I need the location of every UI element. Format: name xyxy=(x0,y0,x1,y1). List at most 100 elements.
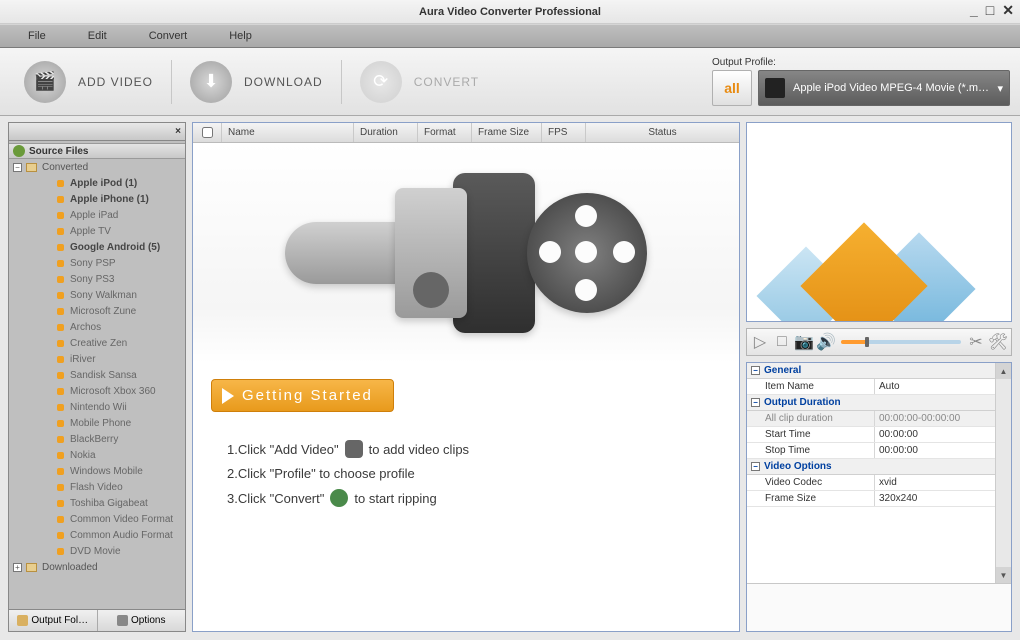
sidebar-item[interactable]: Windows Mobile xyxy=(9,463,185,479)
convert-icon xyxy=(330,489,348,507)
bullet-icon xyxy=(57,180,64,187)
snapshot-button[interactable]: 📷 xyxy=(797,335,811,349)
column-name[interactable]: Name xyxy=(221,123,353,142)
section-general[interactable]: −General xyxy=(747,363,995,379)
volume-slider[interactable] xyxy=(841,340,961,344)
column-status[interactable]: Status xyxy=(585,123,739,142)
output-profile-label: Output Profile: xyxy=(712,57,1010,68)
prop-start-time[interactable]: Start Time00:00:00 xyxy=(747,427,995,443)
bullet-icon xyxy=(57,196,64,203)
sidebar-item[interactable]: iRiver xyxy=(9,351,185,367)
scroll-up-icon[interactable]: ▲ xyxy=(996,363,1011,379)
sidebar-item[interactable]: Apple iPhone (1) xyxy=(9,191,185,207)
prop-video-codec[interactable]: Video Codecxvid xyxy=(747,475,995,491)
sidebar-item[interactable]: BlackBerry xyxy=(9,431,185,447)
sidebar-item[interactable]: Apple iPod (1) xyxy=(9,175,185,191)
column-format[interactable]: Format xyxy=(417,123,471,142)
expand-icon[interactable]: + xyxy=(13,563,22,572)
sidebar-item-label: Google Android (5) xyxy=(70,242,160,253)
menu-bar: File Edit Convert Help xyxy=(0,24,1020,48)
sidebar-item[interactable]: Google Android (5) xyxy=(9,239,185,255)
sidebar-item[interactable]: Common Video Format xyxy=(9,511,185,527)
sidebar-item-label: Sony PS3 xyxy=(70,274,114,285)
sidebar-item[interactable]: Nintendo Wii xyxy=(9,399,185,415)
file-list-header: Name Duration Format Frame Size FPS Stat… xyxy=(193,123,739,143)
tree-node-downloaded[interactable]: + Downloaded xyxy=(9,559,185,575)
collapse-icon[interactable]: − xyxy=(13,163,22,172)
sidebar-item-label: Sandisk Sansa xyxy=(70,370,137,381)
sidebar-item[interactable]: Apple iPad xyxy=(9,207,185,223)
play-button[interactable]: ▷ xyxy=(753,335,767,349)
sidebar-item[interactable]: Nokia xyxy=(9,447,185,463)
getting-started-button[interactable]: Getting Started xyxy=(211,379,394,412)
minimize-button[interactable]: _ xyxy=(970,2,978,19)
bullet-icon xyxy=(57,420,64,427)
sidebar-item[interactable]: Sony PS3 xyxy=(9,271,185,287)
sidebar-close-button[interactable]: × xyxy=(175,126,181,137)
properties-body[interactable]: −General Item NameAuto −Output Duration … xyxy=(747,363,1011,583)
stop-button[interactable]: □ xyxy=(775,335,789,349)
menu-edit[interactable]: Edit xyxy=(88,30,107,42)
output-folder-button[interactable]: Output Fol… xyxy=(9,610,98,631)
prop-item-name[interactable]: Item NameAuto xyxy=(747,379,995,395)
sidebar-item-label: DVD Movie xyxy=(70,546,121,557)
volume-button[interactable]: 🔊 xyxy=(819,335,833,349)
bullet-icon xyxy=(57,308,64,315)
select-all-checkbox[interactable] xyxy=(202,127,213,138)
sidebar-item[interactable]: Toshiba Gigabeat xyxy=(9,495,185,511)
column-frame-size[interactable]: Frame Size xyxy=(471,123,541,142)
sidebar-item[interactable]: Archos xyxy=(9,319,185,335)
bullet-icon xyxy=(57,468,64,475)
sidebar-item[interactable]: Microsoft Zune xyxy=(9,303,185,319)
maximize-button[interactable]: □ xyxy=(986,2,994,19)
separator xyxy=(341,60,342,104)
sidebar-item[interactable]: Sony Walkman xyxy=(9,287,185,303)
sidebar-item-label: BlackBerry xyxy=(70,434,118,445)
properties-scrollbar[interactable]: ▲ ▼ xyxy=(995,363,1011,583)
sidebar-item[interactable]: DVD Movie xyxy=(9,543,185,559)
sidebar-item-label: Toshiba Gigabeat xyxy=(70,498,148,509)
sidebar-tree[interactable]: Source Files − Converted Apple iPod (1)A… xyxy=(9,141,185,609)
bullet-icon xyxy=(57,548,64,555)
film-reel-icon: 🎬 xyxy=(24,61,66,103)
sidebar-item[interactable]: Mobile Phone xyxy=(9,415,185,431)
close-button[interactable]: ✕ xyxy=(1002,2,1014,19)
download-label: Download xyxy=(244,75,323,89)
options-button[interactable]: Options xyxy=(98,610,186,631)
sidebar-item-label: Apple iPad xyxy=(70,210,118,221)
sidebar-item[interactable]: Apple TV xyxy=(9,223,185,239)
menu-convert[interactable]: Convert xyxy=(149,30,188,42)
sidebar-item[interactable]: Sandisk Sansa xyxy=(9,367,185,383)
column-duration[interactable]: Duration xyxy=(353,123,417,142)
section-video-options[interactable]: −Video Options xyxy=(747,459,995,475)
sidebar-item[interactable]: Creative Zen xyxy=(9,335,185,351)
column-fps[interactable]: FPS xyxy=(541,123,585,142)
file-list-body: Getting Started 1.Click "Add Video" to a… xyxy=(193,143,739,631)
prop-stop-time[interactable]: Stop Time00:00:00 xyxy=(747,443,995,459)
bullet-icon xyxy=(57,500,64,507)
add-video-button[interactable]: 🎬 Add Video xyxy=(10,57,167,107)
convert-button[interactable]: ⟳ Convert xyxy=(346,57,493,107)
sidebar-item[interactable]: Common Audio Format xyxy=(9,527,185,543)
profile-all-button[interactable]: all xyxy=(712,70,752,106)
profile-select[interactable]: Apple iPod Video MPEG-4 Movie (*.m… ▾ xyxy=(758,70,1010,106)
gear-icon xyxy=(117,615,128,626)
properties-description xyxy=(747,583,1011,631)
scroll-down-icon[interactable]: ▼ xyxy=(996,567,1011,583)
bullet-icon xyxy=(57,516,64,523)
prop-all-clip-duration[interactable]: All clip duration00:00:00-00:00:00 xyxy=(747,411,995,427)
sidebar-item[interactable]: Microsoft Xbox 360 xyxy=(9,383,185,399)
download-button[interactable]: ⬇ Download xyxy=(176,57,337,107)
bullet-icon xyxy=(57,340,64,347)
bullet-icon xyxy=(57,452,64,459)
tree-root-source-files[interactable]: Source Files xyxy=(9,143,185,159)
tree-node-converted[interactable]: − Converted xyxy=(9,159,185,175)
menu-help[interactable]: Help xyxy=(229,30,252,42)
trim-button[interactable]: ✂ xyxy=(969,335,983,349)
sidebar-item[interactable]: Sony PSP xyxy=(9,255,185,271)
menu-file[interactable]: File xyxy=(28,30,46,42)
section-output-duration[interactable]: −Output Duration xyxy=(747,395,995,411)
prop-frame-size[interactable]: Frame Size320x240 xyxy=(747,491,995,507)
settings-button[interactable]: 🛠 xyxy=(991,335,1005,349)
sidebar-item[interactable]: Flash Video xyxy=(9,479,185,495)
